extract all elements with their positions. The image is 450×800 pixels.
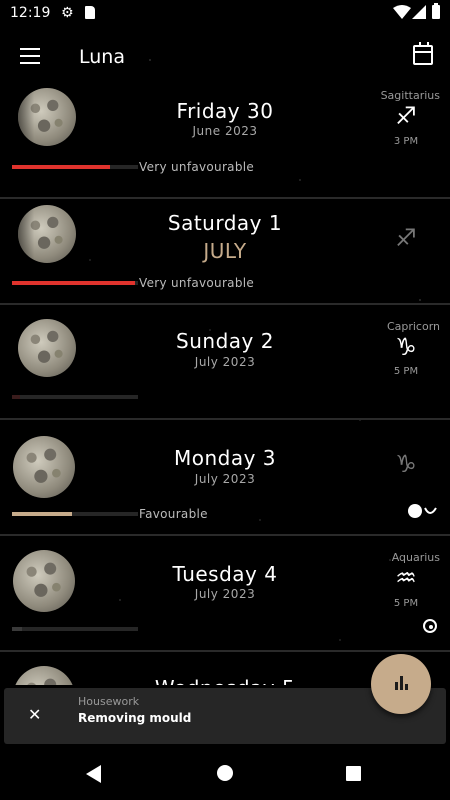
- moon-phase-icon: [13, 550, 75, 612]
- sagittarius-icon: ♐: [395, 224, 417, 252]
- capricorn-icon: ♑: [395, 450, 417, 478]
- home-icon[interactable]: [217, 765, 233, 781]
- favour-bar: [12, 395, 138, 399]
- snackbar-task: Removing mould: [78, 711, 192, 725]
- day-list: Friday 30 June 2023 Sagittarius ♐ 3 PM V…: [0, 85, 450, 685]
- favour-bar: [12, 627, 138, 631]
- day-row[interactable]: Monday 3 July 2023 ♑ Favourable: [0, 420, 450, 536]
- favour-bar: [12, 165, 138, 169]
- favour-bar: [12, 281, 138, 285]
- favour-label: Very unfavourable: [139, 276, 255, 290]
- app-bar: Luna: [0, 30, 450, 84]
- day-subtitle: July 2023: [194, 355, 256, 369]
- moon-phase-icon: [13, 436, 75, 498]
- moon-phase-icon: [18, 88, 76, 146]
- day-title: Monday 3: [173, 446, 277, 470]
- capricorn-icon: ♑: [395, 333, 417, 361]
- moon-phase-icon: [18, 205, 76, 263]
- full-moon-icon: [408, 504, 437, 518]
- moon-phase-icon: [13, 666, 75, 685]
- day-row[interactable]: Sunday 2 July 2023 Capricorn ♑ 5 PM: [0, 305, 450, 420]
- zodiac-time: 3 PM: [393, 136, 419, 147]
- day-title: Saturday 1: [167, 211, 283, 235]
- wifi-icon: [393, 5, 411, 19]
- favour-bar: [12, 512, 138, 516]
- month-label: JULY: [203, 239, 247, 263]
- status-bar: 12:19 ⚙: [0, 0, 450, 28]
- close-icon[interactable]: ✕: [28, 705, 41, 724]
- day-row[interactable]: Saturday 1 JULY ♐ Very unfavourable: [0, 189, 450, 305]
- favour-bar-fill: [12, 395, 20, 399]
- void-moon-icon: [423, 619, 437, 633]
- day-title: Friday 30: [176, 99, 274, 123]
- zodiac-sign-label: Sagittarius: [380, 89, 440, 102]
- favour-bar-fill: [12, 165, 111, 169]
- snackbar-category: Housework: [78, 695, 140, 708]
- signal-icon: [412, 5, 426, 19]
- day-row[interactable]: Friday 30 June 2023 Sagittarius ♐ 3 PM V…: [0, 85, 450, 199]
- sagittarius-icon: ♐: [395, 102, 417, 130]
- day-subtitle: June 2023: [192, 124, 258, 138]
- zodiac-time: 5 PM: [393, 598, 419, 609]
- day-title: Sunday 2: [176, 329, 274, 353]
- recents-icon[interactable]: [346, 766, 361, 781]
- moon-phase-icon: [18, 319, 76, 377]
- back-icon[interactable]: [86, 765, 101, 783]
- app-title: Luna: [79, 46, 125, 68]
- favour-bar-fill: [12, 512, 73, 516]
- day-subtitle: July 2023: [194, 587, 256, 601]
- favour-bar-fill: [12, 627, 23, 631]
- status-time: 12:19: [10, 5, 51, 21]
- menu-icon[interactable]: [20, 48, 40, 64]
- stats-fab-button[interactable]: [371, 654, 431, 714]
- day-title: Tuesday 4: [172, 562, 278, 586]
- day-subtitle: July 2023: [194, 472, 256, 486]
- zodiac-sign-label: Capricorn: [386, 320, 440, 333]
- aquarius-icon: ♒: [395, 564, 417, 592]
- battery-icon: [432, 3, 440, 19]
- favour-label: Favourable: [139, 507, 208, 521]
- day-title: Wednesday 5: [120, 676, 330, 685]
- calendar-icon[interactable]: [413, 42, 433, 65]
- zodiac-time: 5 PM: [393, 366, 419, 377]
- bar-chart-icon: [395, 676, 409, 690]
- system-nav-bar: [0, 748, 450, 800]
- settings-gear-icon: ⚙: [61, 5, 74, 21]
- day-row[interactable]: Tuesday 4 July 2023 Aquarius ♒ 5 PM: [0, 536, 450, 652]
- sd-card-icon: [85, 6, 95, 19]
- favour-bar-fill: [12, 281, 136, 285]
- zodiac-sign-label: Aquarius: [391, 551, 440, 564]
- favour-label: Very unfavourable: [139, 160, 255, 174]
